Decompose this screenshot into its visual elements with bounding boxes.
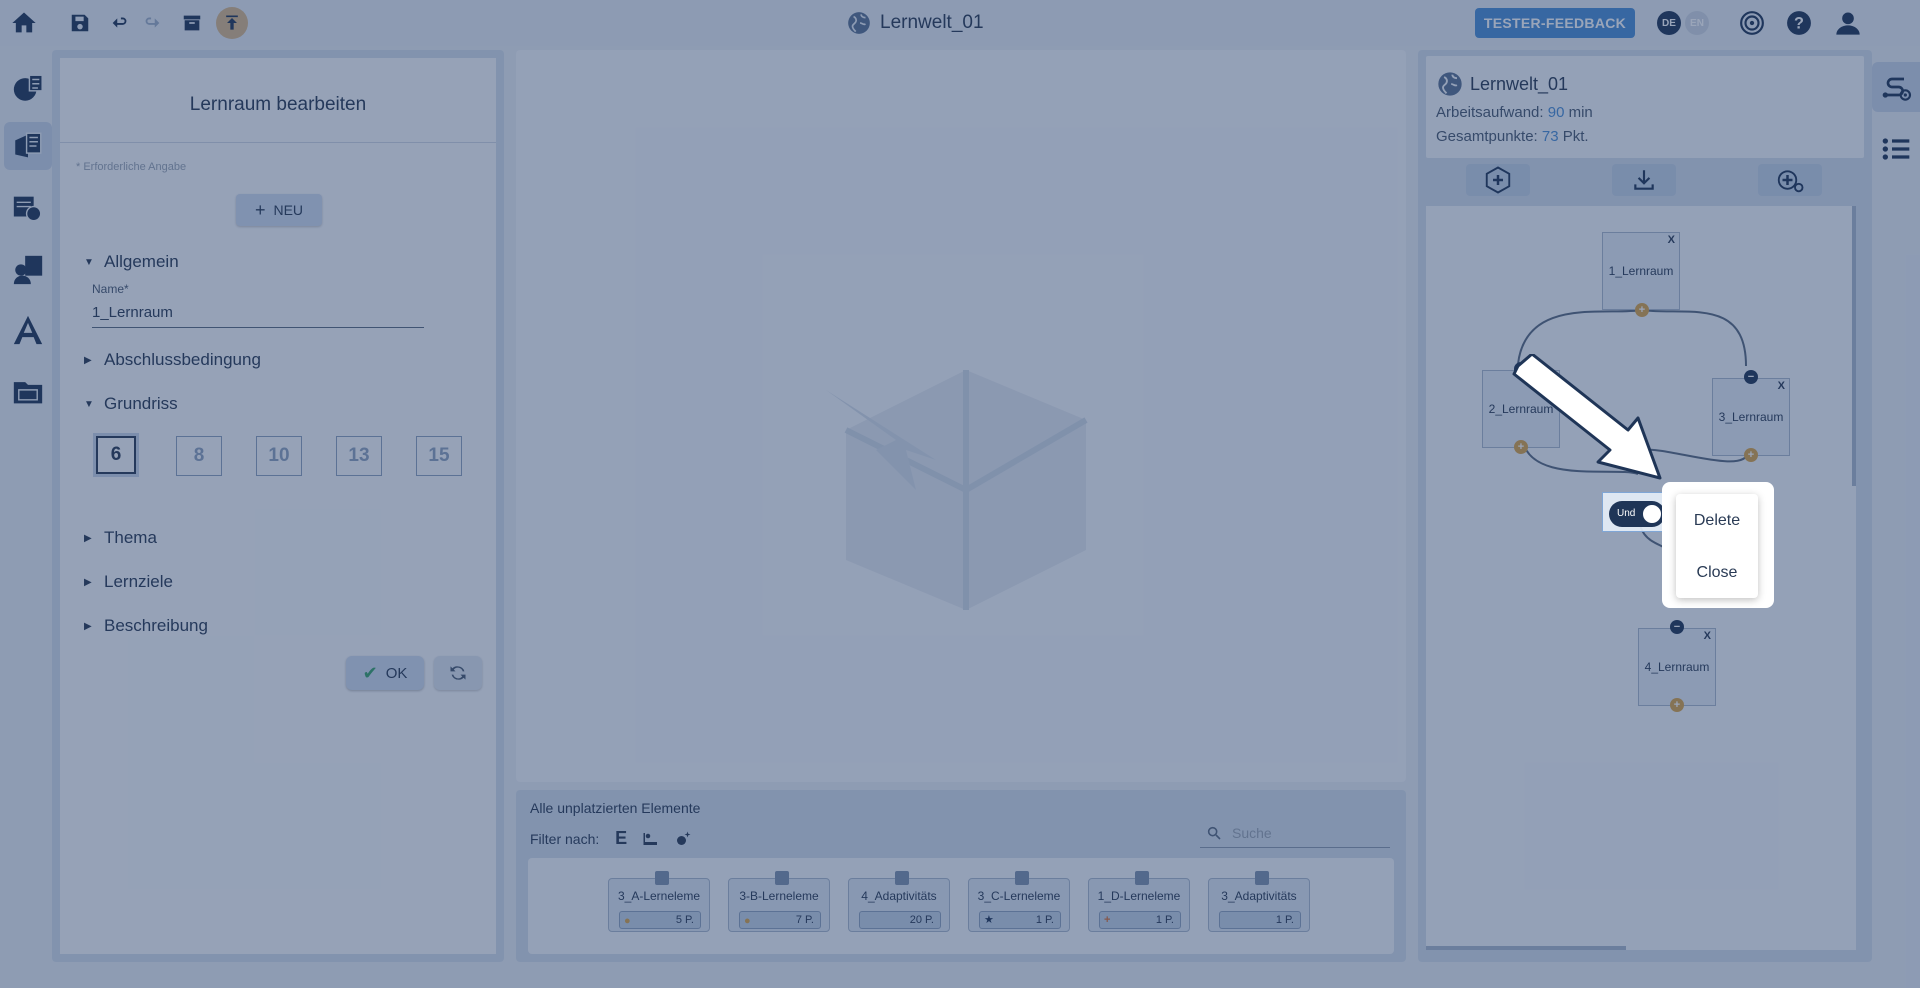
delete-menu-item[interactable]: Delete	[1676, 512, 1758, 530]
toggle-knob	[1641, 503, 1663, 525]
condition-toggle[interactable]: Und	[1609, 501, 1665, 527]
close-menu-item[interactable]: Close	[1676, 564, 1758, 582]
context-menu: Delete Close	[1676, 494, 1758, 598]
condition-label: Und	[1617, 508, 1636, 519]
tutorial-arrow-icon	[1512, 354, 1662, 480]
